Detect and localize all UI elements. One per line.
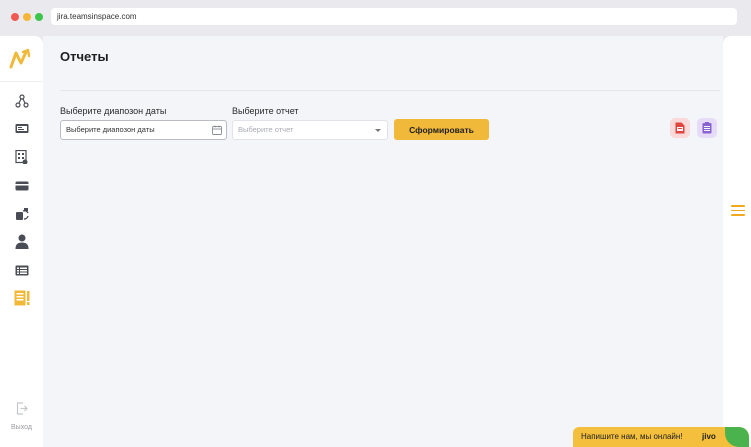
report-select[interactable]: Выберите отчет: [232, 120, 388, 140]
chat-text: Напишите нам, мы онлайн!: [581, 432, 683, 441]
date-range-input[interactable]: Выберите диапозон даты: [60, 120, 227, 140]
maximize-window-button[interactable]: [35, 13, 43, 21]
right-panel: [723, 36, 751, 447]
monitor-icon[interactable]: [13, 120, 30, 137]
title-divider: [60, 90, 720, 91]
pdf-icon: [675, 122, 685, 134]
close-window-button[interactable]: [11, 13, 19, 21]
calendar-icon[interactable]: [212, 125, 222, 135]
chat-leaf-decoration: [725, 427, 749, 447]
user-icon[interactable]: [13, 233, 30, 250]
minimize-window-button[interactable]: [23, 13, 31, 21]
report-icon[interactable]: [13, 289, 30, 306]
export-pdf-button[interactable]: [670, 118, 690, 138]
logout-label: Выход: [11, 424, 32, 431]
menu-icon[interactable]: [731, 205, 745, 217]
chevron-down-icon: [375, 129, 381, 132]
report-placeholder: Выберите отчет: [238, 125, 294, 134]
date-range-placeholder: Выберите диапозон даты: [66, 125, 155, 134]
chat-widget[interactable]: Напишите нам, мы онлайн! jivo: [573, 427, 749, 447]
refresh-cup-icon[interactable]: [13, 205, 30, 222]
logout-icon: [16, 402, 28, 415]
chat-brand: jivo: [702, 432, 716, 441]
logout-button[interactable]: Выход: [0, 402, 43, 431]
list-icon[interactable]: [13, 262, 30, 279]
structure-icon[interactable]: [13, 92, 30, 109]
logo-icon[interactable]: [9, 48, 33, 70]
browser-chrome: jira.teamsinspace.com: [0, 0, 751, 36]
app: Выход Отчеты Выберите диапозон даты Выбе…: [0, 36, 751, 447]
card-icon[interactable]: [13, 177, 30, 194]
export-doc-button[interactable]: [697, 118, 717, 138]
generate-button[interactable]: Сформировать: [394, 119, 489, 140]
sidebar-divider: [0, 81, 43, 82]
document-grid-icon[interactable]: [13, 148, 30, 165]
main-content: Отчеты Выберите диапозон даты Выберите д…: [43, 36, 723, 447]
page-title: Отчеты: [60, 49, 109, 64]
report-label: Выберите отчет: [232, 106, 299, 116]
sidebar: Выход: [0, 36, 43, 447]
date-range-label: Выберите диапозон даты: [60, 106, 167, 116]
address-bar[interactable]: jira.teamsinspace.com: [51, 8, 737, 25]
document-icon: [702, 122, 712, 134]
